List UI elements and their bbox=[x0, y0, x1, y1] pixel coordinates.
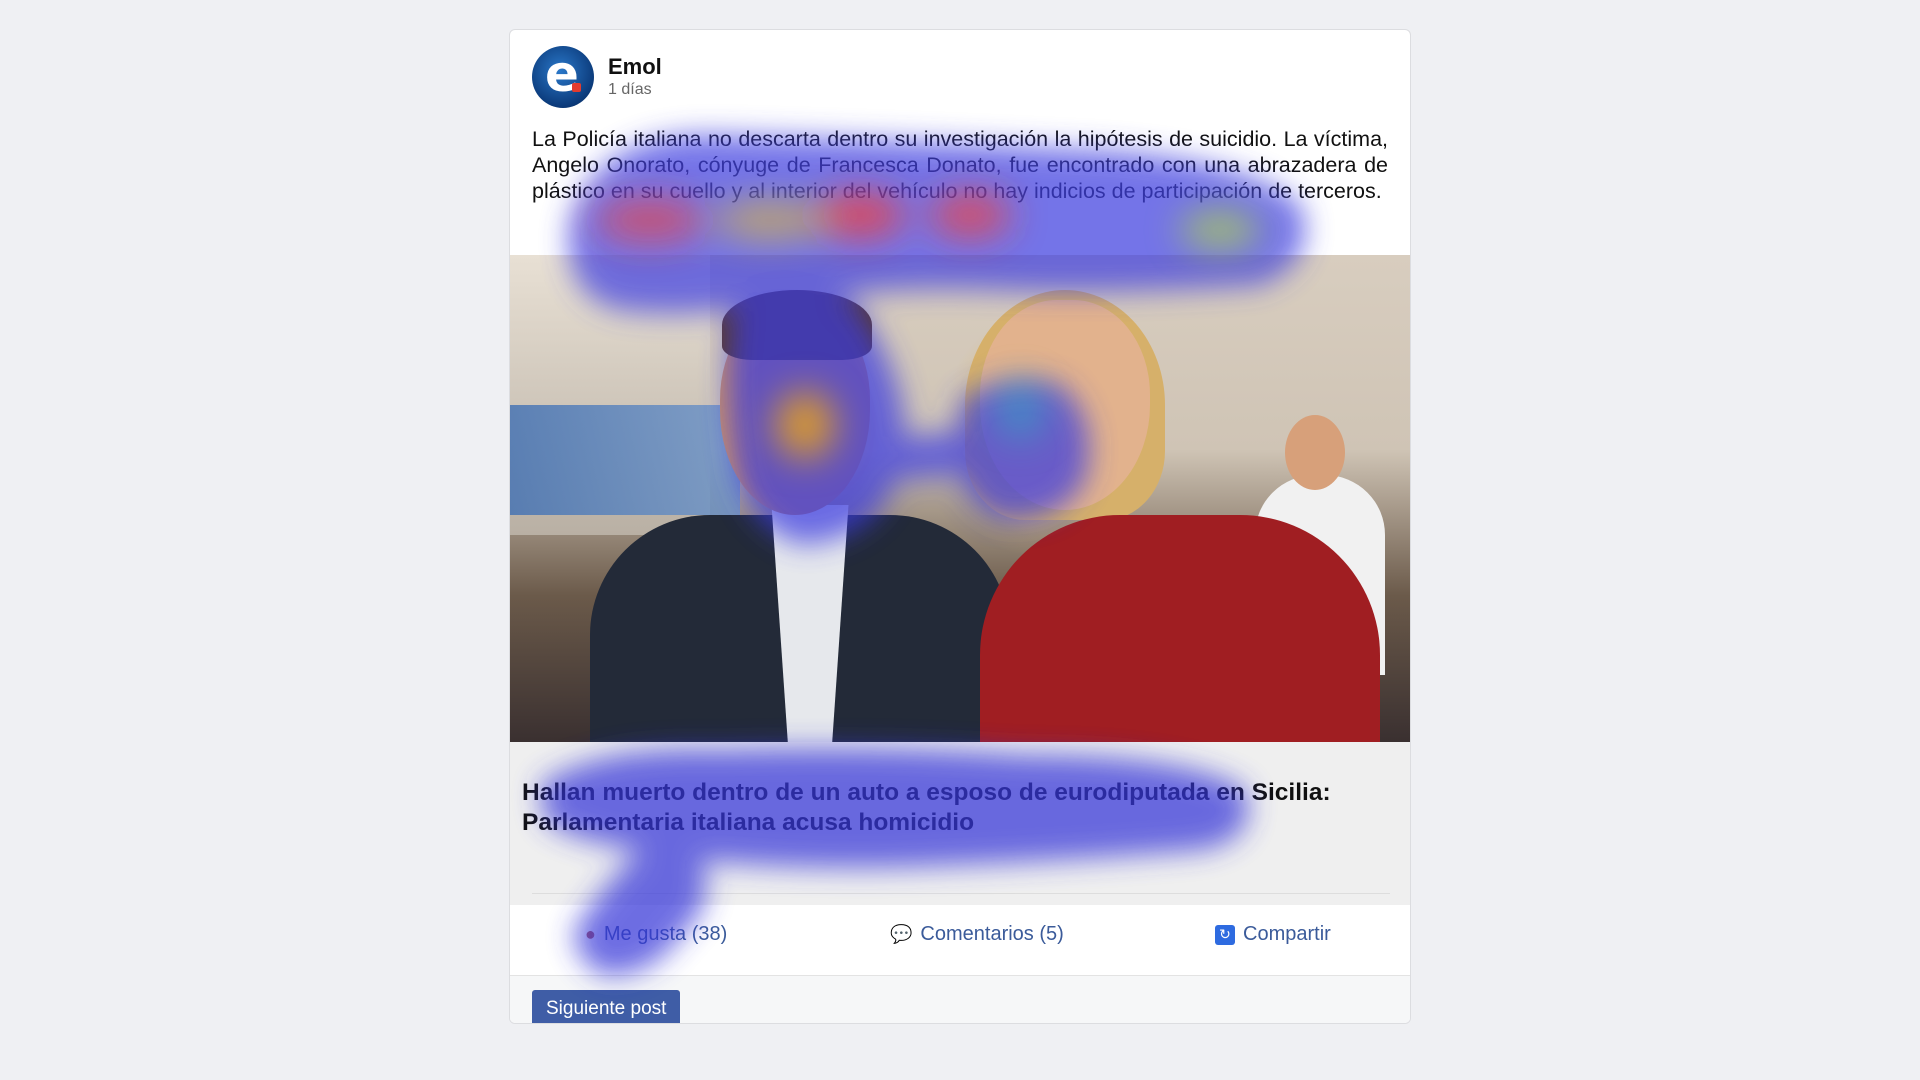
headline-box[interactable]: Hallan muerto dentro de un auto a esposo… bbox=[510, 742, 1410, 905]
share-label: Compartir bbox=[1243, 923, 1331, 945]
photo-background-head bbox=[1285, 415, 1345, 490]
share-button[interactable]: ↻ Compartir bbox=[1215, 923, 1331, 946]
like-label: Me gusta (38) bbox=[603, 923, 728, 945]
avatar[interactable]: e bbox=[532, 46, 594, 108]
next-post-button[interactable]: Siguiente post bbox=[532, 990, 681, 1023]
photo-man-hair bbox=[722, 290, 872, 360]
post-meta: Emol 1 días bbox=[608, 54, 662, 100]
post-header: e Emol 1 días bbox=[532, 46, 662, 108]
photo-woman-coat bbox=[980, 515, 1380, 742]
like-button[interactable]: ● Me gusta (38) bbox=[585, 923, 727, 946]
logo-dot bbox=[572, 83, 581, 92]
comment-button[interactable]: 💬 Comentarios (5) bbox=[890, 923, 1064, 946]
repost-icon: ↻ bbox=[1215, 924, 1235, 945]
post-time: 1 días bbox=[608, 81, 652, 98]
post-text: La Policía italiana no descarta dentro s… bbox=[532, 127, 1388, 203]
action-bar: ● Me gusta (38) 💬 Comentarios (5) ↻ Comp… bbox=[510, 923, 1410, 963]
photo-woman-face bbox=[980, 300, 1150, 510]
photo-blue-wall bbox=[510, 405, 740, 515]
article-headline[interactable]: Hallan muerto dentro de un auto a esposo… bbox=[522, 778, 1382, 838]
author-name[interactable]: Emol bbox=[608, 54, 662, 80]
post-footer: Siguiente post bbox=[510, 975, 1410, 1023]
post-photo[interactable] bbox=[510, 255, 1410, 742]
comment-label: Comentarios (5) bbox=[920, 923, 1064, 945]
post-card: e Emol 1 días La Policía italiana no des… bbox=[509, 29, 1411, 1024]
speech-bubble-icon: 💬 bbox=[890, 924, 913, 944]
thumbs-up-icon: ● bbox=[585, 924, 596, 944]
divider bbox=[532, 893, 1390, 894]
